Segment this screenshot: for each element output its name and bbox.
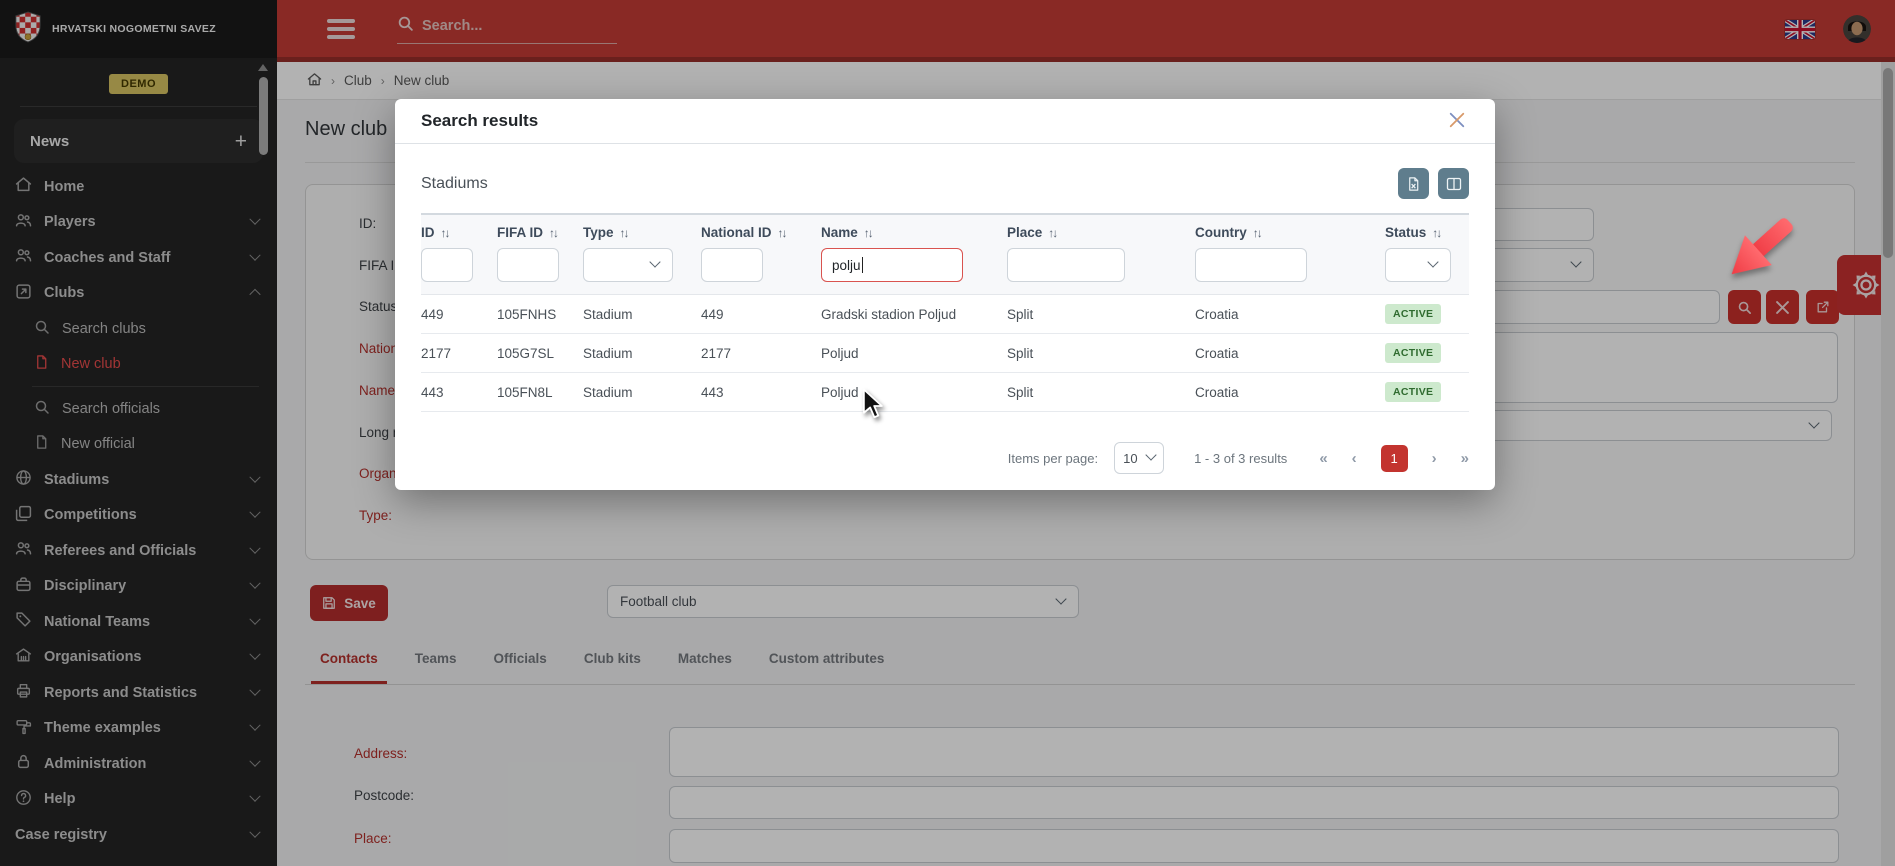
filter-select-type[interactable]: [583, 248, 673, 282]
modal-title: Search results: [421, 111, 538, 131]
cell-id: 449: [421, 307, 497, 322]
chevron-down-icon: [649, 256, 660, 267]
cell-place: Split: [1007, 307, 1195, 322]
sort-icon: ↑↓: [1432, 226, 1440, 240]
sort-icon: ↑↓: [549, 226, 557, 240]
last-page-button[interactable]: »: [1461, 450, 1469, 467]
export-excel-button[interactable]: [1398, 168, 1429, 199]
page-1-button[interactable]: 1: [1381, 445, 1408, 472]
next-page-button[interactable]: ›: [1432, 450, 1437, 467]
cell-national-id: 2177: [701, 346, 821, 361]
sort-icon: ↑↓: [864, 226, 872, 240]
cell-country: Croatia: [1195, 307, 1385, 322]
cell-status: ACTIVE: [1385, 343, 1469, 363]
sort-icon: ↑↓: [778, 226, 786, 240]
cell-country: Croatia: [1195, 385, 1385, 400]
table-body: 449105FNHSStadium449Gradski stadion Polj…: [421, 295, 1469, 412]
mouse-cursor: [862, 388, 883, 423]
items-per-page-label: Items per page:: [1008, 451, 1098, 466]
status-badge: ACTIVE: [1385, 382, 1441, 402]
table-row[interactable]: 443105FN8LStadium443PoljudSplitCroatiaAC…: [421, 373, 1469, 412]
results-count: 1 - 3 of 3 results: [1194, 451, 1287, 466]
column-header-national-id[interactable]: National ID↑↓: [701, 225, 821, 240]
status-badge: ACTIVE: [1385, 304, 1441, 324]
stadiums-section-title: Stadiums: [421, 175, 488, 193]
cell-national-id: 449: [701, 307, 821, 322]
items-per-page-select[interactable]: 10: [1114, 442, 1164, 474]
search-results-modal: Search results Stadiums ID↑↓FIFA ID↑↓Typ…: [395, 99, 1495, 490]
cell-place: Split: [1007, 385, 1195, 400]
cell-type: Stadium: [583, 385, 701, 400]
cell-fifa-id: 105FN8L: [497, 385, 583, 400]
sort-icon: ↑↓: [620, 226, 628, 240]
table-row[interactable]: 449105FNHSStadium449Gradski stadion Polj…: [421, 295, 1469, 334]
cell-name: Poljud: [821, 346, 1007, 361]
cell-name: Gradski stadion Poljud: [821, 307, 1007, 322]
column-header-name[interactable]: Name↑↓: [821, 225, 1007, 240]
columns-button[interactable]: [1438, 168, 1469, 199]
cell-name: Poljud: [821, 385, 1007, 400]
modal-header: Search results: [395, 99, 1495, 144]
stadiums-table: ID↑↓FIFA ID↑↓Type↑↓National ID↑↓Name↑↓Pl…: [421, 213, 1469, 412]
table-header-row: ID↑↓FIFA ID↑↓Type↑↓National ID↑↓Name↑↓Pl…: [421, 225, 1469, 240]
column-header-status[interactable]: Status↑↓: [1385, 225, 1469, 240]
column-header-place[interactable]: Place↑↓: [1007, 225, 1195, 240]
filter-input-name[interactable]: polju: [821, 248, 963, 282]
table-row[interactable]: 2177105G7SLStadium2177PoljudSplitCroatia…: [421, 334, 1469, 373]
sort-icon: ↑↓: [441, 226, 449, 240]
column-header-fifa-id[interactable]: FIFA ID↑↓: [497, 225, 583, 240]
filter-input-fifa-id[interactable]: [497, 248, 559, 282]
cell-type: Stadium: [583, 307, 701, 322]
status-badge: ACTIVE: [1385, 343, 1441, 363]
cell-type: Stadium: [583, 346, 701, 361]
column-header-type[interactable]: Type↑↓: [583, 225, 701, 240]
filter-input-place[interactable]: [1007, 248, 1125, 282]
close-icon[interactable]: [1445, 108, 1469, 135]
cell-fifa-id: 105G7SL: [497, 346, 583, 361]
column-header-country[interactable]: Country↑↓: [1195, 225, 1385, 240]
cell-status: ACTIVE: [1385, 382, 1469, 402]
prev-page-button[interactable]: ‹: [1352, 450, 1357, 467]
filter-input-national-id[interactable]: [701, 248, 763, 282]
table-head: ID↑↓FIFA ID↑↓Type↑↓National ID↑↓Name↑↓Pl…: [421, 213, 1469, 295]
chevron-down-icon: [1427, 256, 1438, 267]
first-page-button[interactable]: «: [1319, 450, 1327, 467]
table-filter-row: polju: [421, 248, 1469, 282]
cell-national-id: 443: [701, 385, 821, 400]
cell-country: Croatia: [1195, 346, 1385, 361]
sort-icon: ↑↓: [1253, 226, 1261, 240]
cell-id: 2177: [421, 346, 497, 361]
chevron-down-icon: [1145, 449, 1156, 460]
modal-section-header: Stadiums: [395, 144, 1495, 213]
column-header-id[interactable]: ID↑↓: [421, 225, 497, 240]
cell-fifa-id: 105FNHS: [497, 307, 583, 322]
table-pagination: Items per page: 10 1 - 3 of 3 results « …: [395, 426, 1495, 490]
cell-id: 443: [421, 385, 497, 400]
text-caret: [862, 257, 863, 273]
cell-place: Split: [1007, 346, 1195, 361]
app-root: HRVATSKI NOGOMETNI SAVEZ DEMO News + Hom…: [0, 0, 1895, 866]
filter-select-status[interactable]: [1385, 248, 1451, 282]
filter-input-id[interactable]: [421, 248, 473, 282]
filter-input-country[interactable]: [1195, 248, 1307, 282]
sort-icon: ↑↓: [1048, 226, 1056, 240]
cell-status: ACTIVE: [1385, 304, 1469, 324]
